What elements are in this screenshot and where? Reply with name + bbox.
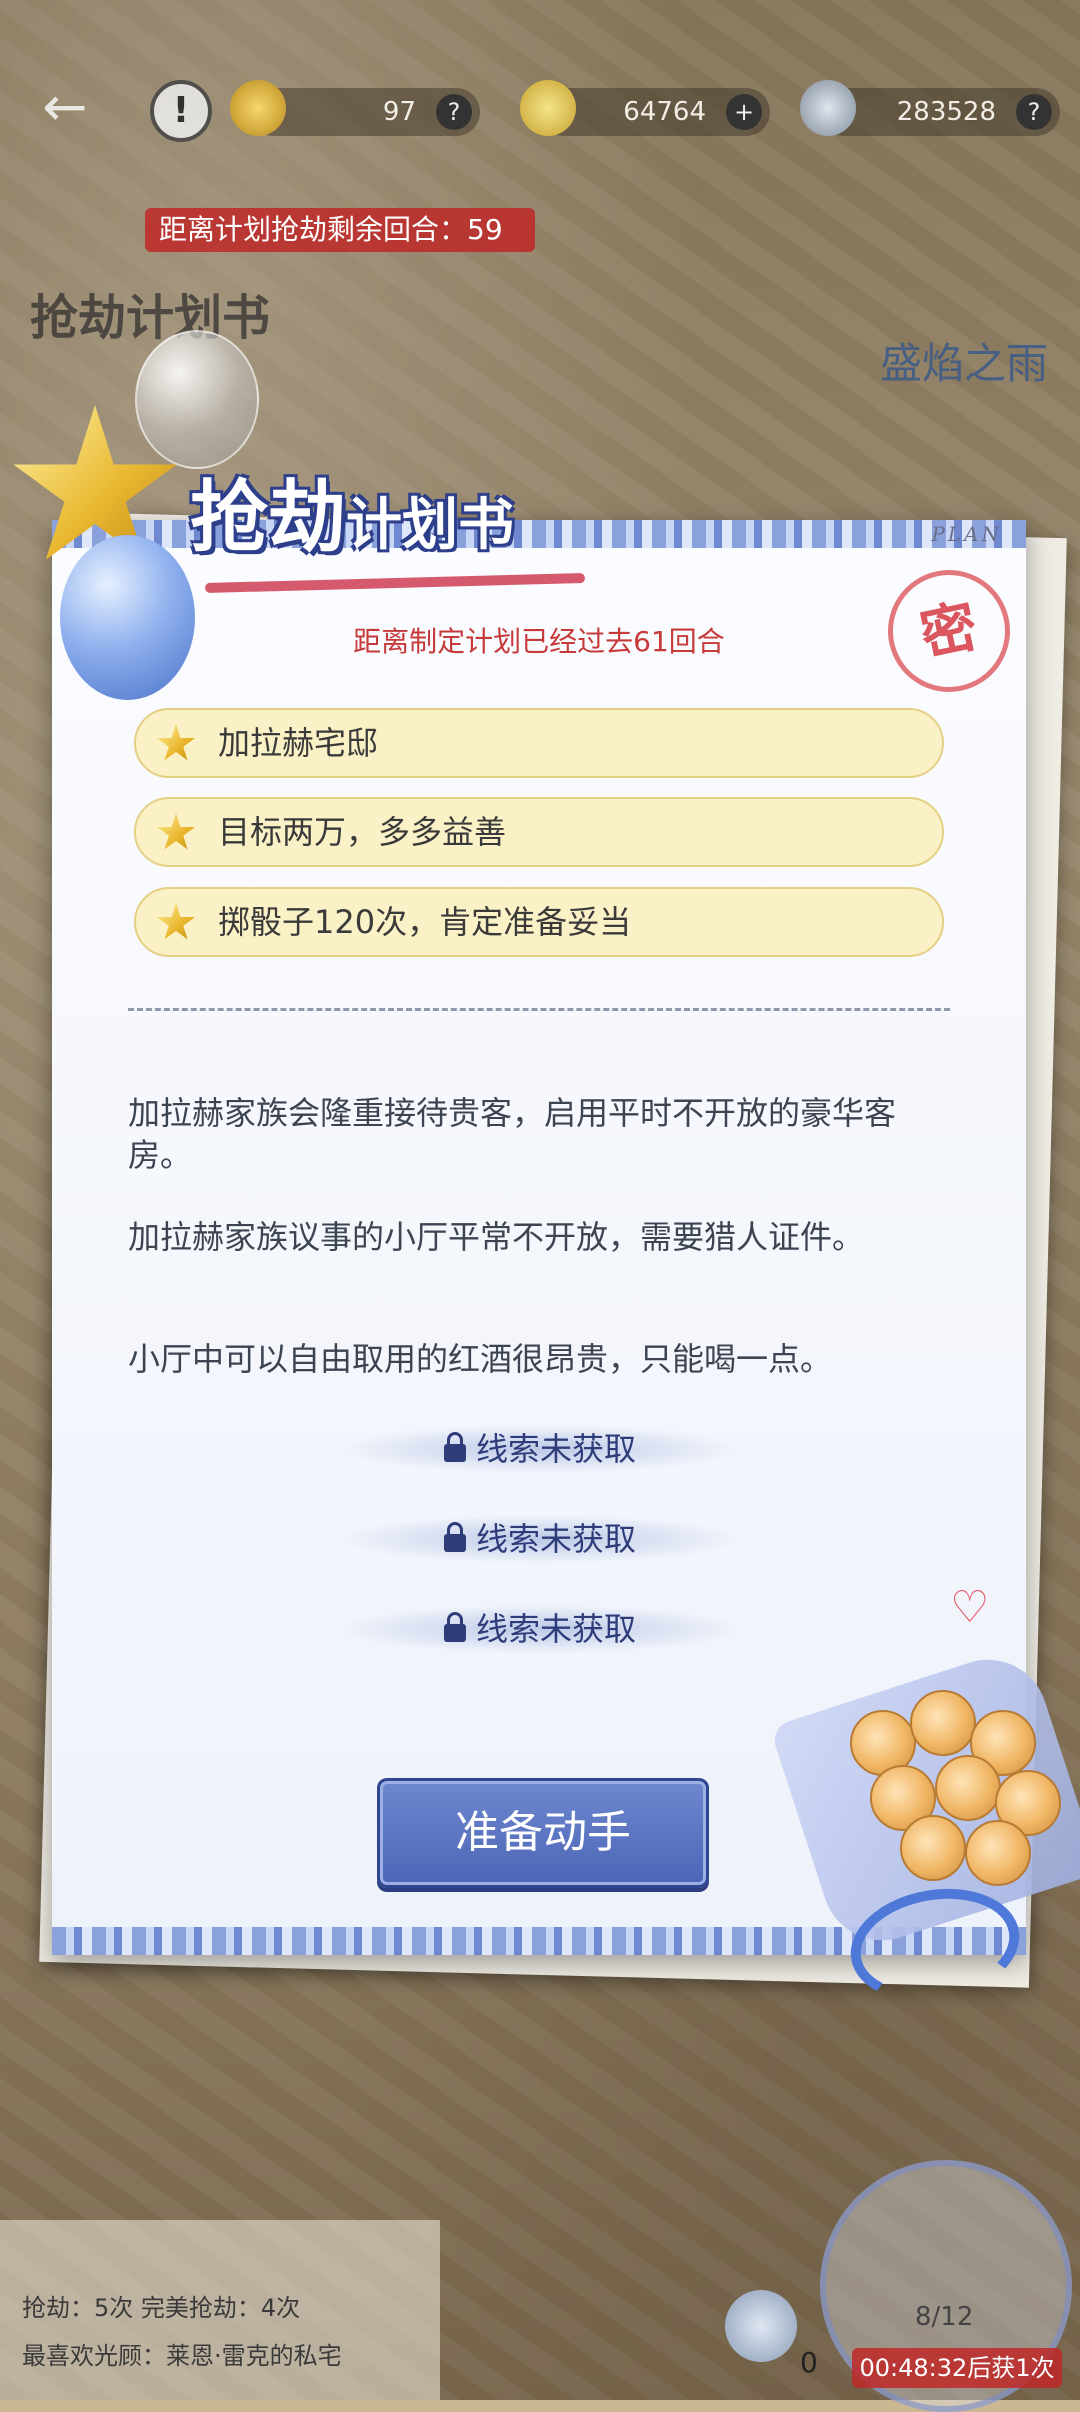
star-icon bbox=[156, 903, 196, 940]
start-robbery-button[interactable]: 准备动手 bbox=[377, 1778, 709, 1888]
help-icon[interactable]: ? bbox=[436, 94, 472, 130]
robbery-counts: 抢劫：5次 完美抢劫：4次 bbox=[22, 2294, 301, 2322]
locked-clue-label: 线索未获取 bbox=[475, 1520, 636, 1558]
gold-value: 64764 bbox=[623, 97, 706, 127]
goal-text: 目标两万，多多益善 bbox=[218, 813, 507, 851]
robbery-stats-panel: 抢劫：5次 完美抢劫：4次 最喜欢光顾：莱恩·雷克的私宅 bbox=[0, 2220, 440, 2400]
goal-text: 掷骰子120次，肯定准备妥当 bbox=[218, 903, 632, 941]
dashed-divider bbox=[128, 1008, 950, 1011]
plan-tag: PLAN bbox=[931, 522, 1002, 546]
resource-stat: 97 ? bbox=[230, 80, 480, 136]
lock-icon bbox=[443, 1522, 466, 1552]
locked-clue: 线索未获取 bbox=[340, 1515, 740, 1563]
feather-count: 0 bbox=[800, 2346, 818, 2379]
title-main: 抢劫 bbox=[190, 472, 347, 563]
locked-clue: 线索未获取 bbox=[340, 1425, 740, 1473]
blue-balloon-icon bbox=[60, 535, 195, 700]
goal-item: 目标两万，多多益善 bbox=[134, 797, 944, 867]
stat-value: 97 bbox=[382, 97, 416, 127]
back-arrow-icon[interactable]: ← bbox=[30, 80, 100, 134]
goal-text: 加拉赫宅邸 bbox=[218, 724, 379, 762]
event-label[interactable]: 盛焰之雨 bbox=[880, 330, 1048, 391]
dice-progress: 8/12 bbox=[915, 2302, 974, 2332]
star-icon bbox=[156, 724, 196, 761]
heart-icon: ♡ bbox=[950, 1582, 990, 1633]
locked-clue-label: 线索未获取 bbox=[475, 1610, 636, 1648]
goal-item: 掷骰子120次，肯定准备妥当 bbox=[134, 887, 944, 957]
clue-text: 加拉赫家族会隆重接待贵客，启用平时不开放的豪华客房。 bbox=[128, 1094, 897, 1174]
feather-icon[interactable] bbox=[725, 2290, 797, 2362]
exclamation-icon[interactable]: ! bbox=[150, 80, 212, 142]
goal-item: 加拉赫宅邸 bbox=[134, 708, 944, 778]
resource-gold: 64764 + bbox=[520, 80, 770, 136]
plan-entry-label[interactable]: 抢劫计划书 bbox=[30, 290, 270, 346]
add-gold-button[interactable]: + bbox=[726, 94, 762, 130]
title-sub: 计划书 bbox=[346, 492, 515, 558]
resource-diamond: 283528 ? bbox=[800, 80, 1060, 136]
diamond-value: 283528 bbox=[896, 97, 996, 127]
star-icon bbox=[156, 813, 196, 850]
locked-clue: 线索未获取 bbox=[340, 1605, 740, 1653]
clear-balloon-icon bbox=[135, 330, 259, 469]
rose-bouquet-icon bbox=[769, 1640, 1080, 2014]
locked-clue-label: 线索未获取 bbox=[475, 1430, 636, 1468]
robbery-countdown: 距离计划抢劫剩余回合：59 bbox=[145, 208, 535, 252]
panel-title: 抢劫计划书 bbox=[190, 455, 514, 567]
clue-text: 小厅中可以自由取用的红酒很昂贵，只能喝一点。 bbox=[128, 1340, 833, 1378]
lock-icon bbox=[443, 1432, 466, 1462]
top-resource-bar: ← ! 97 ? 64764 + 283528 ? bbox=[0, 70, 1080, 150]
diamond-icon bbox=[800, 80, 856, 136]
help-icon[interactable]: ? bbox=[1016, 94, 1052, 130]
elapsed-rounds: 距离制定计划已经过去61回合 bbox=[353, 625, 725, 658]
lock-icon bbox=[443, 1612, 466, 1642]
clue-text: 加拉赫家族议事的小厅平常不开放，需要猎人证件。 bbox=[128, 1218, 865, 1256]
gold-coin-icon bbox=[520, 80, 576, 136]
favorite-target: 最喜欢光顾：莱恩·雷克的私宅 bbox=[22, 2342, 342, 2370]
gem-icon bbox=[230, 80, 286, 136]
dice-refill-timer: 00:48:32后获1次 bbox=[852, 2348, 1062, 2388]
